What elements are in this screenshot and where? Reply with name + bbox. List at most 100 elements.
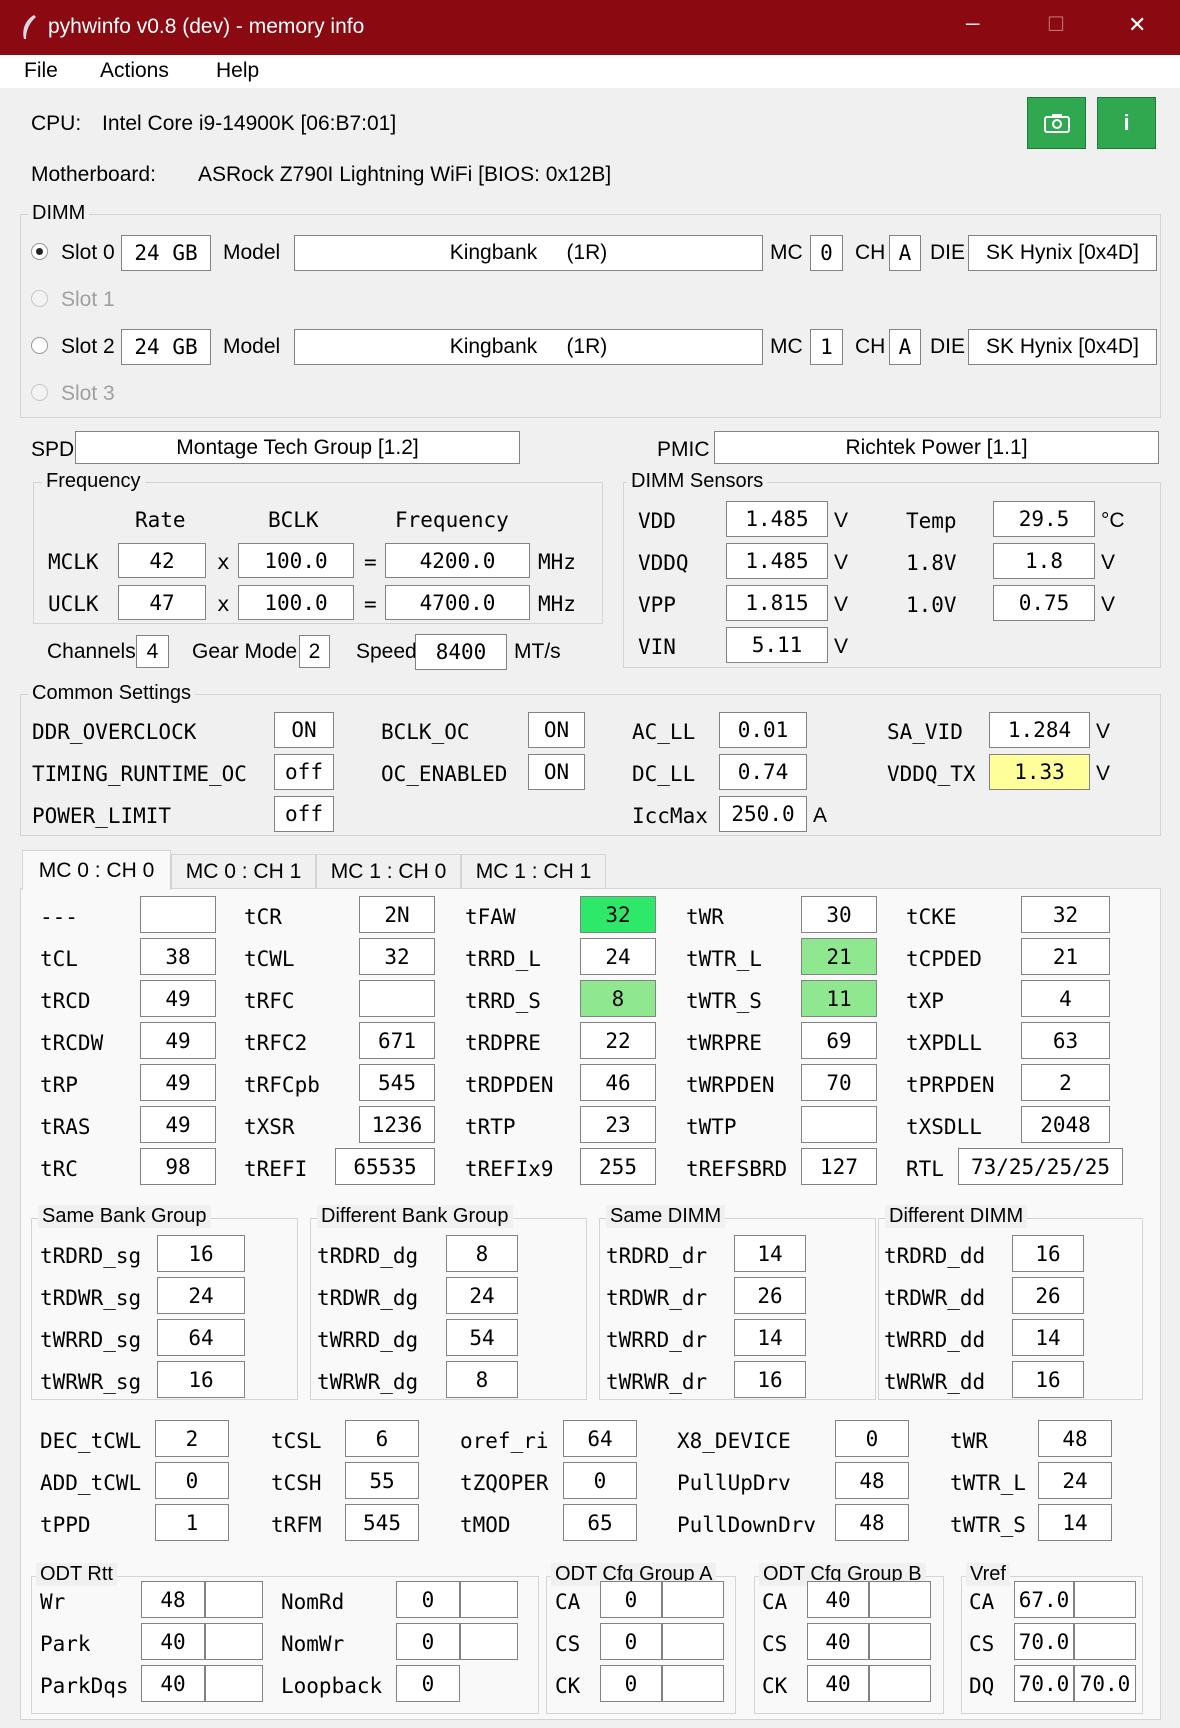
slot0-ch-label: CH [855,241,886,264]
misc-twtr-s-value: 14 [1038,1504,1112,1541]
odt-cfg-b-cs-label: CS [762,1632,788,1656]
freq-header-bclk: BCLK [268,508,319,532]
sa-vid-unit: V [1096,720,1111,743]
slot3-label[interactable]: Slot 3 [61,382,115,406]
turn-trdrd-sg-value: 16 [157,1235,245,1272]
menu-file[interactable]: File [24,59,58,83]
slot2-size: 24 GB [121,329,211,365]
pmic-label: PMIC [657,438,710,461]
timing-tras-label: tRAS [40,1115,91,1139]
odt-wr-label: Wr [40,1590,66,1614]
screenshot-button[interactable] [1027,97,1086,149]
slot2-die: SK Hynix [0x4D] [968,329,1157,365]
odt-loopback-value: 0 [396,1665,460,1702]
timing-txpdll-label: tXPDLL [906,1031,982,1055]
timing-trfc-label: tRFC [244,989,295,1013]
maximize-button[interactable]: ☐ [1047,12,1065,37]
dc-ll-label: DC_LL [632,762,696,786]
tab-mc0-ch1[interactable]: MC 0 : CH 1 [171,854,316,888]
uclk-label: UCLK [48,592,99,616]
turn-trdwr-dg-value: 24 [446,1277,518,1314]
info-icon: i [1123,110,1130,135]
slot3-radio[interactable] [31,384,48,401]
turn-twrwr-dd-label: tWRWR_dd [884,1370,986,1394]
vref-cs-label: CS [969,1632,995,1656]
timing-trcdw-label: tRCDW [40,1031,104,1055]
odt-cfg-b-ck-label: CK [762,1674,788,1698]
timing-trcdw-value: 49 [140,1022,216,1059]
timing-trefix9-label: tREFIx9 [465,1157,554,1181]
timing-tprpden-value: 2 [1021,1064,1110,1101]
tab-mc1-ch1[interactable]: MC 1 : CH 1 [461,854,606,888]
turn-trdrd-sg-label: tRDRD_sg [40,1244,142,1268]
timing-trdpre-value: 22 [580,1022,656,1059]
speed-label: Speed [356,640,417,663]
timing-blank-label: --- [40,905,78,929]
timing-runtime-oc-label: TIMING_RUNTIME_OC [32,762,247,786]
timing-tprpden-label: tPRPDEN [906,1073,995,1097]
slot0-radio[interactable] [31,243,48,260]
turn-twrwr-sg-value: 16 [157,1361,245,1398]
timing-txsdll-value: 2048 [1021,1106,1110,1143]
slot1-radio[interactable] [31,290,48,307]
odt-parkdqs-label: ParkDqs [40,1674,129,1698]
info-button[interactable]: i [1097,97,1156,149]
menu-actions[interactable]: Actions [100,59,169,83]
odt-cfg-b-ca-value: 40 [807,1581,869,1618]
spd-label: SPD [31,438,75,461]
motherboard-label: Motherboard: [31,163,156,186]
timing-trrd-s-value: 8 [580,980,656,1017]
ddr-overclock-value: ON [274,712,334,748]
odt-nomrd-value2 [460,1581,518,1618]
timing-twr-value: 30 [801,896,877,933]
timing-twtp-value [801,1106,877,1143]
misc-x8-device-label: X8_DEVICE [677,1429,791,1453]
ac-ll-label: AC_LL [632,720,696,744]
sensor-vddq-unit: V [834,551,849,574]
slot2-radio[interactable] [31,337,48,354]
common-settings-title: Common Settings [28,682,195,705]
vref-dq-value2: 70.0 [1074,1665,1136,1702]
vref-ca-value2 [1074,1581,1136,1618]
close-button[interactable]: ✕ [1128,12,1146,38]
misc-oref-ri-value: 64 [563,1420,637,1457]
timing-txpdll-value: 63 [1021,1022,1110,1059]
odt-wr-value2 [205,1581,263,1618]
vref-title: Vref [966,1563,1010,1586]
timing-twtr-s-label: tWTR_S [686,989,762,1013]
sensor-1-0v-unit: V [1101,593,1116,616]
turn-twrrd-dd-value: 14 [1012,1319,1084,1356]
tab-mc1-ch0[interactable]: MC 1 : CH 0 [316,854,461,888]
turn-twrwr-sg-label: tWRWR_sg [40,1370,142,1394]
sensor-temp-label: Temp [906,509,957,533]
menu-help[interactable]: Help [216,59,259,83]
sa-vid-label: SA_VID [887,720,963,744]
misc-oref-ri-label: oref_ri [460,1429,549,1453]
odt-parkdqs-value2 [205,1665,263,1702]
turn-trdrd-dd-label: tRDRD_dd [884,1244,986,1268]
timing-trrd-l-label: tRRD_L [465,947,541,971]
timing-twtp-label: tWTP [686,1115,737,1139]
turn-trdwr-dd-label: tRDWR_dd [884,1286,986,1310]
timing-trfc2-value: 671 [359,1022,435,1059]
mclk-label: MCLK [48,550,99,574]
odt-nomrd-label: NomRd [281,1590,345,1614]
iccmax-value: 250.0 [719,796,807,832]
oc-enabled-value: ON [528,754,585,790]
odt-rtt-title: ODT Rtt [36,1563,117,1586]
misc-pulldowndrv-label: PullDownDrv [677,1513,817,1537]
slot2-label[interactable]: Slot 2 [61,335,115,359]
slot0-label[interactable]: Slot 0 [61,241,115,265]
sensor-temp-value: 29.5 [993,501,1095,537]
turn-trdwr-dg-label: tRDWR_dg [317,1286,419,1310]
minimize-button[interactable]: ─ [966,14,979,36]
turn-twrwr-dd-value: 16 [1012,1361,1084,1398]
vref-dq-label: DQ [969,1674,995,1698]
slot1-label[interactable]: Slot 1 [61,288,115,312]
vddq-tx-label: VDDQ_TX [887,762,976,786]
odt-nomwr-value2 [460,1623,518,1660]
sensor-vpp-unit: V [834,593,849,616]
odt-cfg-a-ck-label: CK [555,1674,581,1698]
timing-trefix9-value: 255 [580,1148,656,1185]
tab-mc0-ch0[interactable]: MC 0 : CH 0 [22,850,171,890]
